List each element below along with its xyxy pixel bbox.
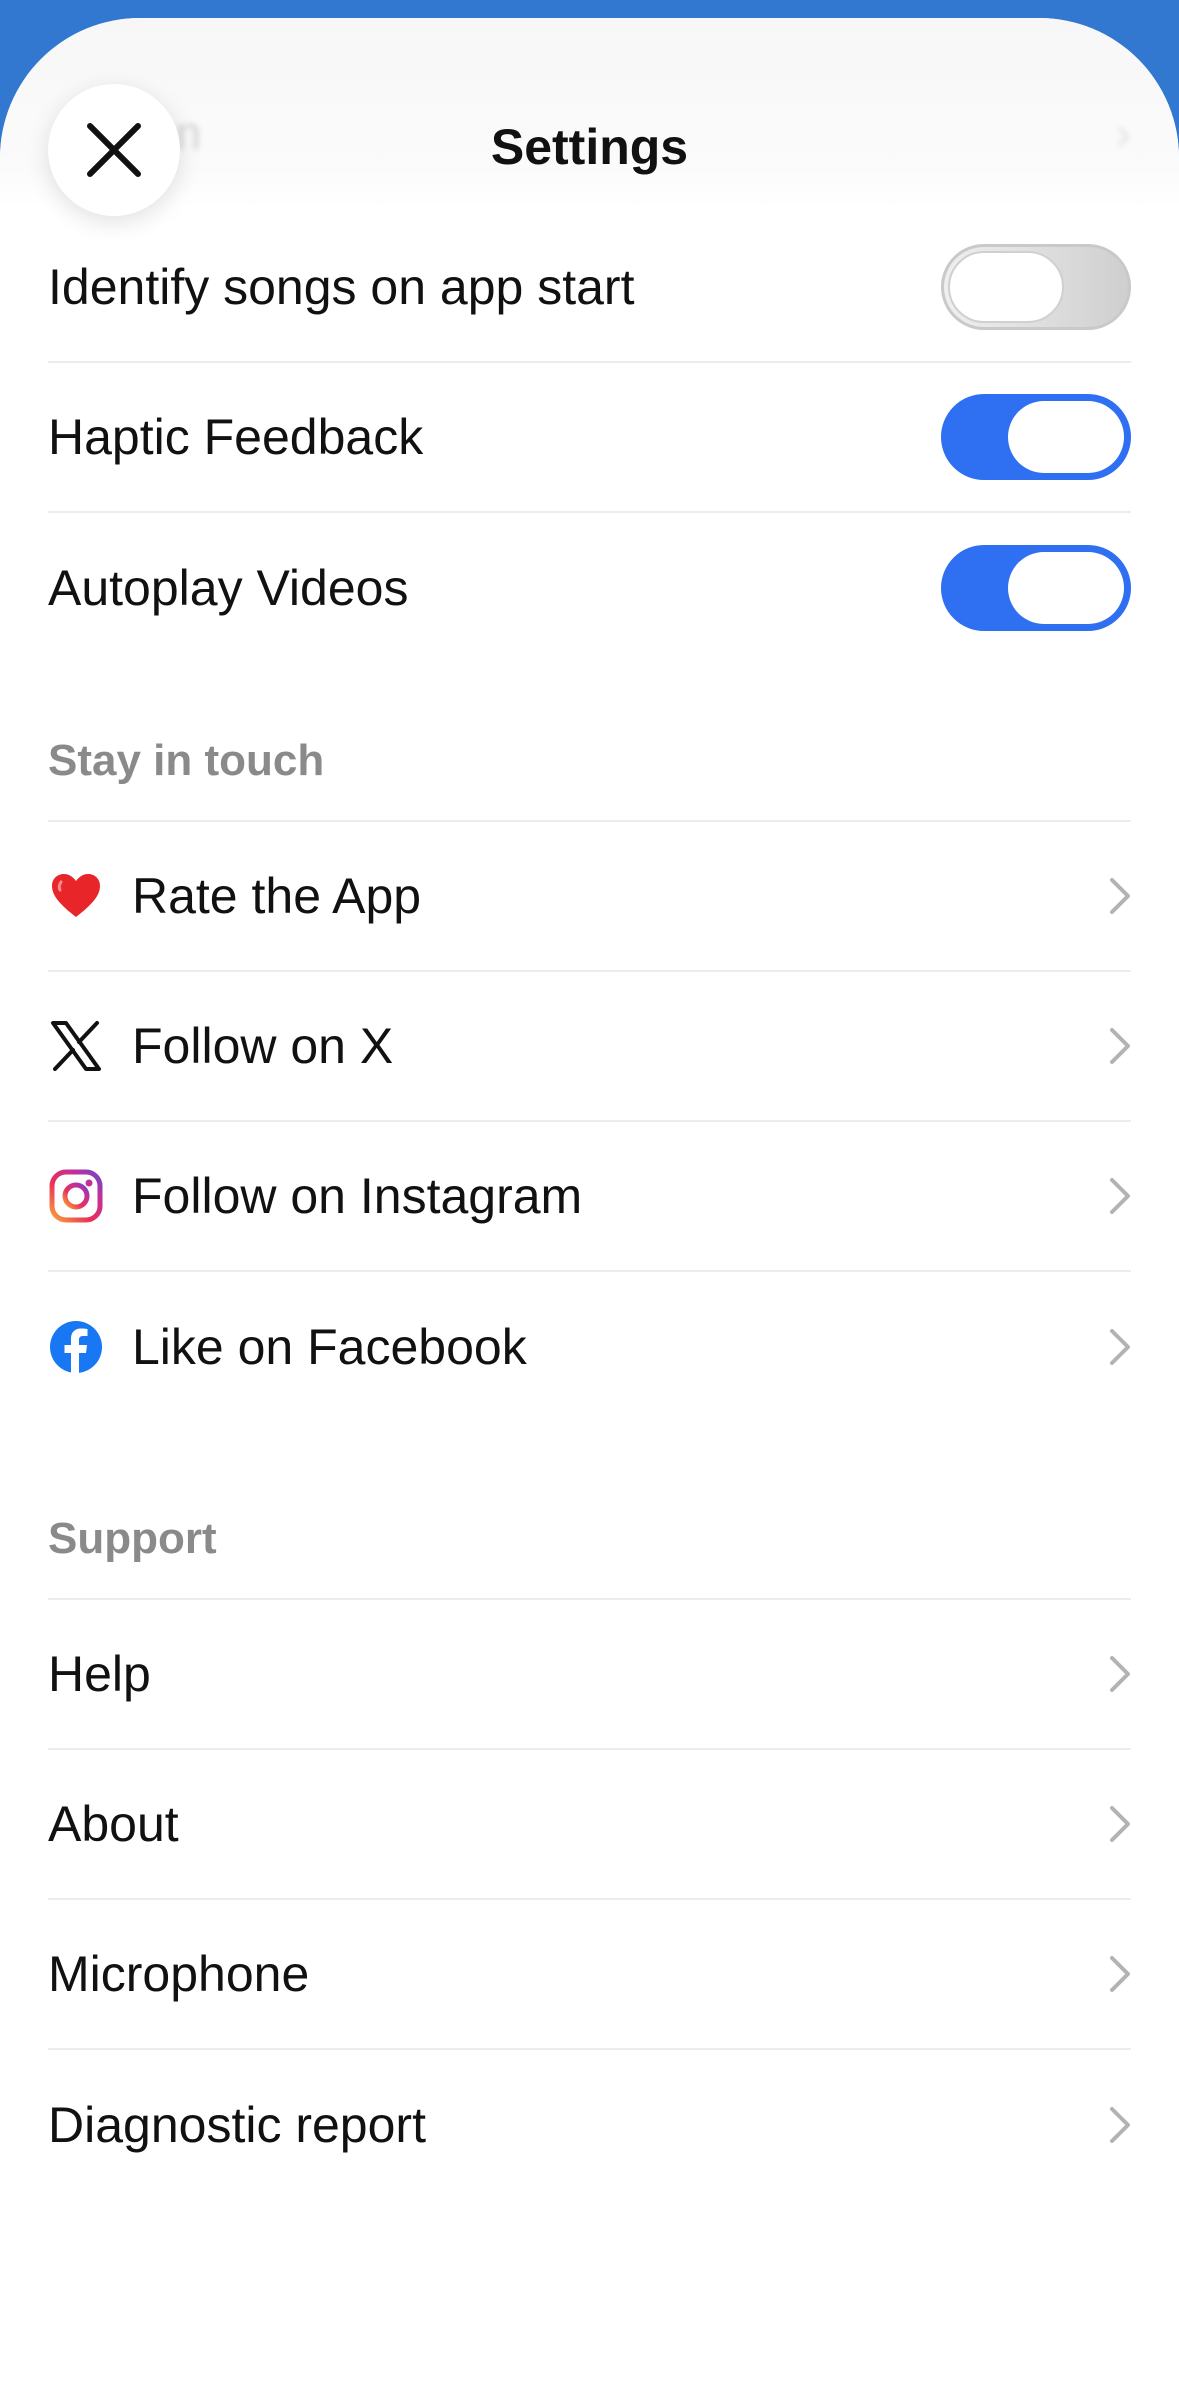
- about-label: About: [48, 1796, 179, 1852]
- about-row[interactable]: About: [48, 1750, 1131, 1900]
- settings-sheet: on › Settings Identify songs on app star…: [0, 18, 1179, 2396]
- chevron-right-icon: [1091, 1949, 1131, 1999]
- chevron-right-icon: [1091, 2100, 1131, 2150]
- chevron-right-icon: [1091, 1649, 1131, 1699]
- follow-x-label: Follow on X: [132, 1018, 394, 1074]
- chevron-right-icon: [1091, 871, 1131, 921]
- haptic-feedback-toggle[interactable]: [941, 394, 1131, 480]
- section-title-support: Support: [48, 1514, 217, 1563]
- toggle-knob: [1008, 401, 1124, 473]
- heart-icon: [48, 868, 104, 924]
- facebook-icon: [48, 1319, 104, 1375]
- toggle-knob: [1008, 552, 1124, 624]
- x-logo-icon: [48, 1018, 104, 1074]
- settings-header: on ›: [0, 18, 1179, 208]
- autoplay-videos-toggle[interactable]: [941, 545, 1131, 631]
- toggle-row-haptic-feedback: Haptic Feedback: [48, 363, 1131, 513]
- chevron-right-icon: [1091, 1171, 1131, 1221]
- microphone-row[interactable]: Microphone: [48, 1900, 1131, 2050]
- identify-on-start-toggle[interactable]: [941, 244, 1131, 330]
- instagram-icon: [48, 1168, 104, 1224]
- section-title-stay-in-touch: Stay in touch: [48, 736, 325, 785]
- like-facebook-row[interactable]: Like on Facebook: [48, 1272, 1131, 1422]
- page-title: Settings: [490, 119, 689, 175]
- help-label: Help: [48, 1646, 151, 1702]
- diagnostic-report-row[interactable]: Diagnostic report: [48, 2050, 1131, 2200]
- like-facebook-label: Like on Facebook: [132, 1319, 527, 1375]
- toggle-knob: [948, 251, 1064, 323]
- microphone-label: Microphone: [48, 1946, 310, 2002]
- rate-app-row[interactable]: Rate the App: [48, 822, 1131, 972]
- chevron-right-icon: [1091, 1799, 1131, 1849]
- chevron-right-icon: [1091, 1021, 1131, 1071]
- follow-instagram-label: Follow on Instagram: [132, 1168, 583, 1224]
- follow-instagram-row[interactable]: Follow on Instagram: [48, 1122, 1131, 1272]
- toggle-row-identify-on-start: Identify songs on app start: [48, 213, 1131, 363]
- rate-app-label: Rate the App: [132, 868, 422, 924]
- follow-x-row[interactable]: Follow on X: [48, 972, 1131, 1122]
- diagnostic-report-label: Diagnostic report: [48, 2097, 426, 2153]
- chevron-right-icon: [1091, 1322, 1131, 1372]
- toggle-row-autoplay-videos: Autoplay Videos: [48, 513, 1131, 663]
- help-row[interactable]: Help: [48, 1600, 1131, 1750]
